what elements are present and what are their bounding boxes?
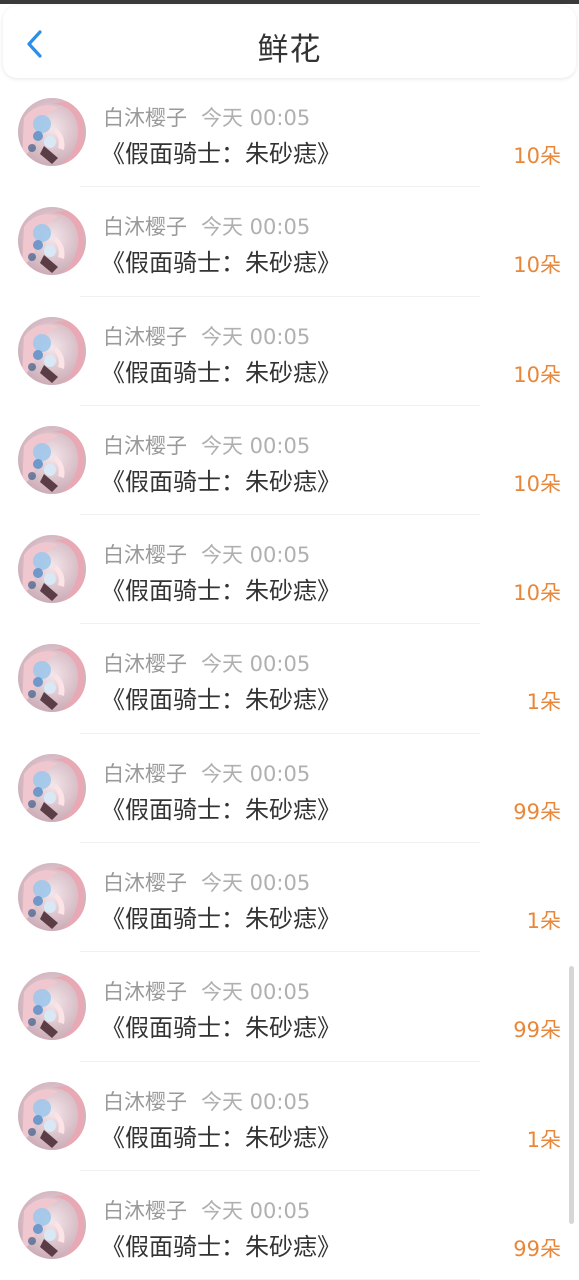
- username: 白沐樱子: [103, 543, 187, 568]
- flower-count: 99朵: [513, 1018, 561, 1043]
- list-item[interactable]: 白沐樱子 今天 00:05 《假面骑士：朱砂痣》 1朵: [0, 624, 579, 734]
- timestamp: 今天 00:05: [201, 433, 311, 458]
- user-meta: 白沐樱子 今天 00:05: [103, 867, 310, 897]
- flower-count: 10朵: [513, 362, 561, 387]
- user-meta: 白沐樱子 今天 00:05: [103, 102, 310, 132]
- username: 白沐樱子: [103, 324, 187, 349]
- avatar[interactable]: [18, 207, 86, 276]
- list-item[interactable]: 白沐樱子 今天 00:05 《假面骑士：朱砂痣》 10朵: [0, 187, 579, 297]
- username: 白沐樱子: [103, 871, 187, 896]
- book-title: 《假面骑士：朱砂痣》: [101, 1014, 341, 1043]
- avatar[interactable]: [18, 535, 86, 604]
- status-bar-strip: [0, 0, 579, 4]
- username: 白沐樱子: [103, 980, 187, 1005]
- user-meta: 白沐樱子 今天 00:05: [103, 1086, 310, 1116]
- username: 白沐樱子: [103, 1198, 187, 1223]
- timestamp: 今天 00:05: [201, 1198, 311, 1223]
- flower-count: 1朵: [526, 690, 561, 715]
- user-meta: 白沐樱子 今天 00:05: [103, 648, 310, 678]
- flower-count: 99朵: [513, 799, 561, 824]
- avatar[interactable]: [18, 1190, 86, 1259]
- timestamp: 今天 00:05: [201, 324, 311, 349]
- flower-count: 10朵: [513, 253, 561, 278]
- avatar[interactable]: [18, 1081, 86, 1150]
- book-title: 《假面骑士：朱砂痣》: [101, 1232, 341, 1261]
- avatar[interactable]: [18, 863, 86, 932]
- book-title: 《假面骑士：朱砂痣》: [101, 467, 341, 496]
- flower-count: 1朵: [526, 909, 561, 934]
- avatar[interactable]: [18, 972, 86, 1041]
- timestamp: 今天 00:05: [201, 543, 311, 568]
- scrollbar[interactable]: [569, 966, 574, 1224]
- user-meta: 白沐樱子 今天 00:05: [103, 211, 310, 241]
- flower-count: 10朵: [513, 144, 561, 168]
- username: 白沐樱子: [103, 761, 187, 786]
- list-item[interactable]: 白沐樱子 今天 00:05 《假面骑士：朱砂痣》 1朵: [0, 843, 579, 953]
- user-meta: 白沐樱子 今天 00:05: [103, 321, 310, 351]
- user-meta: 白沐樱子 今天 00:05: [103, 976, 310, 1006]
- list-item[interactable]: 白沐樱子 今天 00:05 《假面骑士：朱砂痣》 10朵: [0, 297, 579, 406]
- list-item[interactable]: 白沐樱子 今天 00:05 《假面骑士：朱砂痣》 1朵: [0, 1062, 579, 1171]
- timestamp: 今天 00:05: [201, 980, 311, 1005]
- timestamp: 今天 00:05: [201, 1089, 311, 1114]
- book-title: 《假面骑士：朱砂痣》: [101, 905, 341, 934]
- username: 白沐樱子: [103, 1089, 187, 1114]
- book-title: 《假面骑士：朱砂痣》: [101, 358, 341, 387]
- timestamp: 今天 00:05: [201, 652, 311, 677]
- flower-count: 10朵: [513, 471, 561, 496]
- flower-count: 1朵: [526, 1127, 561, 1152]
- avatar[interactable]: [18, 98, 86, 166]
- avatar[interactable]: [18, 425, 86, 494]
- timestamp: 今天 00:05: [201, 215, 311, 240]
- user-meta: 白沐樱子 今天 00:05: [103, 539, 310, 569]
- list-item[interactable]: 白沐樱子 今天 00:05 《假面骑士：朱砂痣》 99朵: [0, 734, 579, 844]
- list-item[interactable]: 白沐樱子 今天 00:05 《假面骑士：朱砂痣》 10朵: [0, 406, 579, 516]
- list-item[interactable]: 白沐樱子 今天 00:05 《假面骑士：朱砂痣》 99朵: [0, 1171, 579, 1280]
- book-title: 《假面骑士：朱砂痣》: [101, 140, 341, 168]
- avatar[interactable]: [18, 644, 86, 713]
- user-meta: 白沐樱子 今天 00:05: [103, 430, 310, 460]
- avatar[interactable]: [18, 753, 86, 822]
- user-meta: 白沐樱子 今天 00:05: [103, 758, 310, 788]
- username: 白沐樱子: [103, 652, 187, 677]
- timestamp: 今天 00:05: [201, 871, 311, 896]
- page-title: 鲜花: [257, 32, 322, 68]
- username: 白沐樱子: [103, 106, 187, 130]
- top-navigation-bar: 鲜花: [3, 6, 576, 78]
- username: 白沐樱子: [103, 433, 187, 458]
- avatar[interactable]: [18, 316, 86, 385]
- book-title: 《假面骑士：朱砂痣》: [101, 249, 341, 278]
- flower-gift-list: 白沐樱子 今天 00:05 《假面骑士：朱砂痣》 10朵 白沐樱子 今天 00:05…: [0, 78, 579, 1280]
- timestamp: 今天 00:05: [201, 106, 311, 130]
- list-item[interactable]: 白沐樱子 今天 00:05 《假面骑士：朱砂痣》 99朵: [0, 952, 579, 1062]
- username: 白沐樱子: [103, 215, 187, 240]
- book-title: 《假面骑士：朱砂痣》: [101, 577, 341, 606]
- timestamp: 今天 00:05: [201, 761, 311, 786]
- flower-count: 10朵: [513, 581, 561, 606]
- book-title: 《假面骑士：朱砂痣》: [101, 686, 341, 715]
- book-title: 《假面骑士：朱砂痣》: [101, 795, 341, 824]
- list-item[interactable]: 白沐樱子 今天 00:05 《假面骑士：朱砂痣》 10朵: [0, 515, 579, 625]
- flower-count: 99朵: [513, 1236, 561, 1261]
- list-item[interactable]: 白沐樱子 今天 00:05 《假面骑士：朱砂痣》 10朵: [0, 78, 579, 188]
- book-title: 《假面骑士：朱砂痣》: [101, 1123, 341, 1152]
- user-meta: 白沐樱子 今天 00:05: [103, 1195, 310, 1225]
